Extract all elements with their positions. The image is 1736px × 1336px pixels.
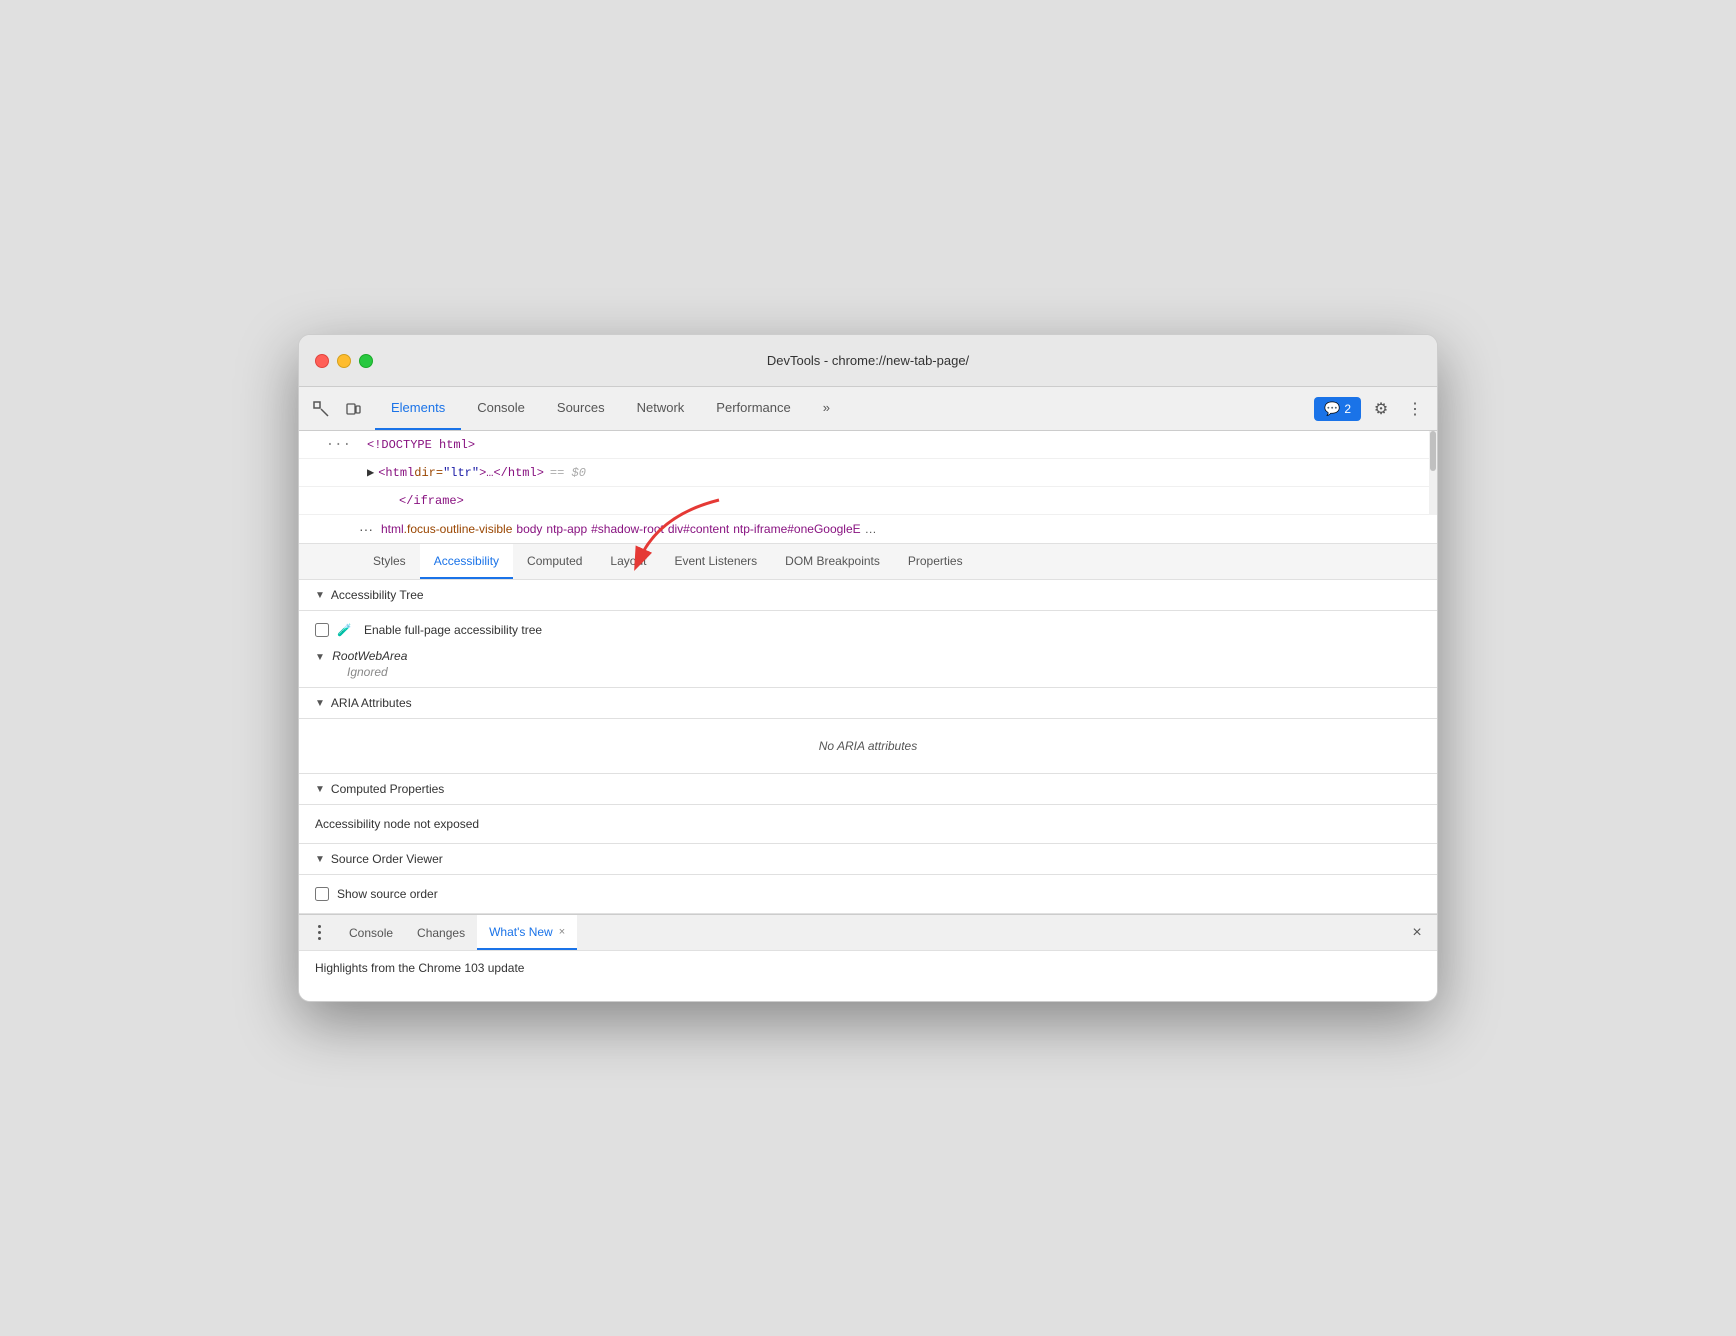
sub-tab-bar: Styles Accessibility Computed Layout Eve… (299, 544, 1437, 580)
breadcrumb-shadow-root[interactable]: #shadow-root (591, 522, 664, 536)
drawer-menu-button[interactable] (307, 921, 331, 945)
main-toolbar: Elements Console Sources Network Perform… (299, 387, 1437, 431)
tab-console[interactable]: Console (461, 387, 541, 430)
feedback-button[interactable]: 💬 2 (1314, 397, 1361, 421)
dom-line-doctype: ··· <!DOCTYPE html> (299, 431, 1437, 459)
breadcrumb-more-right[interactable]: … (865, 522, 877, 536)
sub-tab-computed[interactable]: Computed (513, 544, 596, 579)
breadcrumb-html[interactable]: html.focus-outline-visible (381, 522, 512, 536)
tab-performance[interactable]: Performance (700, 387, 806, 430)
breadcrumb-bar: ··· html.focus-outline-visible body ntp-… (299, 515, 1437, 544)
drawer-tab-bar: Console Changes What's New × × (299, 915, 1437, 951)
dom-line-iframe: </iframe> (299, 487, 1437, 515)
sub-tab-accessibility[interactable]: Accessibility (420, 544, 513, 579)
iframe-close-tag: </iframe> (399, 494, 464, 508)
enable-full-page-checkbox[interactable] (315, 623, 329, 637)
aria-triangle-icon: ▼ (315, 698, 325, 709)
doctype-text: <!DOCTYPE html> (367, 438, 475, 452)
dom-scrollbar[interactable] (1429, 431, 1437, 515)
dom-scrollbar-thumb[interactable] (1430, 431, 1436, 471)
tab-elements[interactable]: Elements (375, 387, 461, 430)
dom-section: ··· <!DOCTYPE html> ▶ <html dir="ltr" >…… (299, 431, 1437, 515)
sub-tab-properties[interactable]: Properties (894, 544, 977, 579)
breadcrumb-container: ··· html.focus-outline-visible body ntp-… (299, 515, 1437, 544)
accessibility-panel: ▼ Accessibility Tree 🧪 Enable full-page … (299, 580, 1437, 914)
close-button[interactable] (315, 354, 329, 368)
drawer-tab-console[interactable]: Console (337, 915, 405, 950)
whats-new-close-icon[interactable]: × (559, 926, 565, 938)
traffic-lights (315, 354, 373, 368)
minimize-button[interactable] (337, 354, 351, 368)
more-options-button[interactable]: ⋮ (1401, 395, 1429, 423)
drawer-content: Highlights from the Chrome 103 update (299, 951, 1437, 1001)
inspect-element-icon[interactable] (307, 395, 335, 423)
ignored-label: Ignored (315, 665, 1421, 679)
sub-tab-styles[interactable]: Styles (359, 544, 420, 579)
toolbar-right: 💬 2 ⚙ ⋮ (1314, 387, 1429, 430)
breadcrumb-div-content[interactable]: div#content (668, 522, 729, 536)
dom-line-html: ▶ <html dir="ltr" >…</html> == $0 (299, 459, 1437, 487)
show-source-order-checkbox[interactable] (315, 887, 329, 901)
dom-expand-html[interactable]: ▶ (367, 465, 374, 480)
accessibility-tree-body: 🧪 Enable full-page accessibility tree ▼ … (299, 611, 1437, 688)
main-tab-bar: Elements Console Sources Network Perform… (375, 387, 1314, 430)
sub-tab-event-listeners[interactable]: Event Listeners (660, 544, 771, 579)
breadcrumb-body[interactable]: body (516, 522, 542, 536)
drawer-tab-changes[interactable]: Changes (405, 915, 477, 950)
sub-tab-dom-breakpoints[interactable]: DOM Breakpoints (771, 544, 894, 579)
window-title: DevTools - chrome://new-tab-page/ (767, 353, 969, 368)
tree-triangle-icon: ▼ (315, 590, 325, 601)
source-order-triangle-icon: ▼ (315, 854, 325, 865)
drawer-tab-whats-new[interactable]: What's New × (477, 915, 577, 950)
tab-more[interactable]: » (807, 387, 846, 430)
breadcrumb-ntp-iframe[interactable]: ntp-iframe#oneGoogleE (733, 522, 860, 536)
source-order-header[interactable]: ▼ Source Order Viewer (299, 844, 1437, 875)
computed-triangle-icon: ▼ (315, 784, 325, 795)
breadcrumb-ntp-app[interactable]: ntp-app (546, 522, 587, 536)
computed-properties-body: Accessibility node not exposed (299, 805, 1437, 844)
main-content: ··· <!DOCTYPE html> ▶ <html dir="ltr" >…… (299, 431, 1437, 914)
toolbar-icons (307, 387, 367, 430)
dom-gutter-dots[interactable]: ··· (326, 437, 351, 453)
accessibility-tree-header[interactable]: ▼ Accessibility Tree (299, 580, 1437, 611)
breadcrumb-more-left[interactable]: ··· (359, 521, 373, 537)
dom-dollar0: == $0 (550, 466, 586, 480)
show-source-order-row: Show source order (315, 883, 1421, 905)
root-expand-icon: ▼ (315, 652, 325, 663)
drawer-close-button[interactable]: × (1405, 921, 1429, 945)
root-web-area-item[interactable]: ▼ RootWebArea (315, 647, 1421, 665)
device-toolbar-icon[interactable] (339, 395, 367, 423)
aria-attributes-header[interactable]: ▼ ARIA Attributes (299, 688, 1437, 719)
tab-sources[interactable]: Sources (541, 387, 621, 430)
computed-properties-header[interactable]: ▼ Computed Properties (299, 774, 1437, 805)
enable-full-page-row: 🧪 Enable full-page accessibility tree (315, 619, 1421, 641)
title-bar: DevTools - chrome://new-tab-page/ (299, 335, 1437, 387)
experiment-icon: 🧪 (337, 623, 352, 637)
maximize-button[interactable] (359, 354, 373, 368)
devtools-window: DevTools - chrome://new-tab-page/ Elemen… (298, 334, 1438, 1002)
settings-button[interactable]: ⚙ (1367, 395, 1395, 423)
tab-network[interactable]: Network (621, 387, 701, 430)
bottom-drawer: Console Changes What's New × × Highlight… (299, 914, 1437, 1001)
sub-tab-layout[interactable]: Layout (596, 544, 660, 579)
source-order-body: Show source order (299, 875, 1437, 914)
aria-attributes-body: No ARIA attributes (299, 719, 1437, 774)
